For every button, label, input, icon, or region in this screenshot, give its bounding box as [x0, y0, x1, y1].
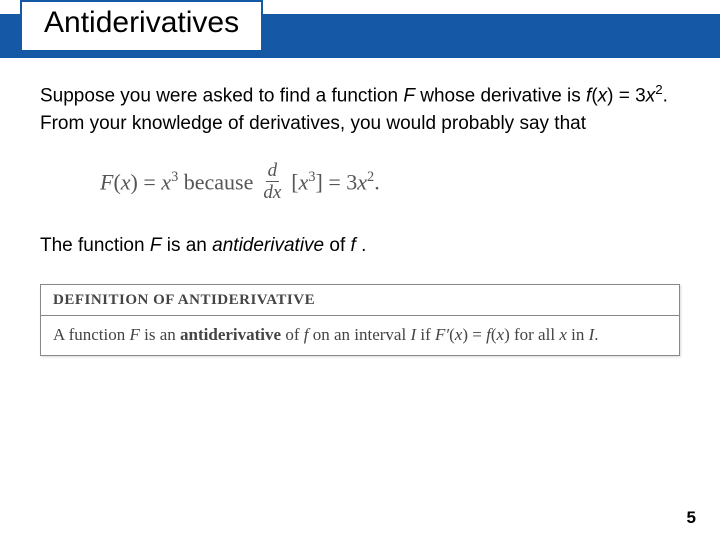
p2-text: is an [161, 235, 212, 256]
var-x: x [598, 85, 608, 106]
var-x: x [299, 169, 309, 194]
page-number: 5 [687, 508, 696, 528]
p2-text: of [324, 235, 350, 256]
var-Fprime: F′ [435, 325, 449, 344]
definition-box: DEFINITION OF ANTIDERIVATIVE A function … [40, 284, 680, 356]
def-text: if [416, 325, 435, 344]
exp-2: 2 [655, 82, 662, 97]
bracket: [ [291, 169, 298, 194]
because-text: because [178, 169, 253, 194]
var-F: F [130, 325, 140, 344]
numerator-d: d [266, 161, 280, 182]
definition-heading: DEFINITION OF ANTIDERIVATIVE [41, 285, 679, 316]
paren: ( [113, 169, 120, 194]
var-F: F [403, 85, 415, 106]
paragraph-1: Suppose you were asked to find a functio… [40, 80, 680, 137]
slide-content: Suppose you were asked to find a functio… [40, 80, 680, 356]
p1-eq: = 3 [613, 85, 645, 106]
def-text: is an [140, 325, 180, 344]
var-F: F [100, 169, 113, 194]
var-x: x [559, 325, 567, 344]
antiderivative-term: antiderivative [212, 235, 324, 256]
def-text: on an interval [308, 325, 410, 344]
paragraph-2: The function F is an antiderivative of f… [40, 232, 680, 260]
var-x: x [357, 169, 367, 194]
var-x: x [121, 169, 131, 194]
def-text: in [567, 325, 589, 344]
bracket: ] [316, 169, 323, 194]
var-x: x [497, 325, 505, 344]
p1-text: Suppose you were asked to find a functio… [40, 85, 403, 106]
var-F: F [150, 235, 162, 256]
definition-body: A function F is an antiderivative of f o… [41, 316, 679, 355]
var-x: x [646, 85, 656, 106]
period: . [594, 325, 598, 344]
eq-sign: = [468, 325, 486, 344]
fraction-ddx: d dx [261, 161, 283, 202]
def-text: A function [53, 325, 130, 344]
period: . [374, 169, 380, 194]
p1-text: whose derivative is [415, 85, 586, 106]
var-x: x [161, 169, 171, 194]
eq-sign: = [138, 169, 161, 194]
denominator-dx: dx [261, 182, 283, 202]
def-text: of [281, 325, 304, 344]
p2-text: The function [40, 235, 150, 256]
antiderivative-term: antiderivative [180, 325, 281, 344]
def-text: for all [510, 325, 560, 344]
exp-3: 3 [308, 169, 315, 185]
eq-sign: = 3 [323, 169, 357, 194]
equation-line: F(x) = x3 because d dx [x3] = 3x2. [100, 161, 680, 202]
p2-text: . [356, 235, 367, 256]
slide-title: Antiderivatives [20, 0, 263, 52]
paren: ) [131, 169, 138, 194]
